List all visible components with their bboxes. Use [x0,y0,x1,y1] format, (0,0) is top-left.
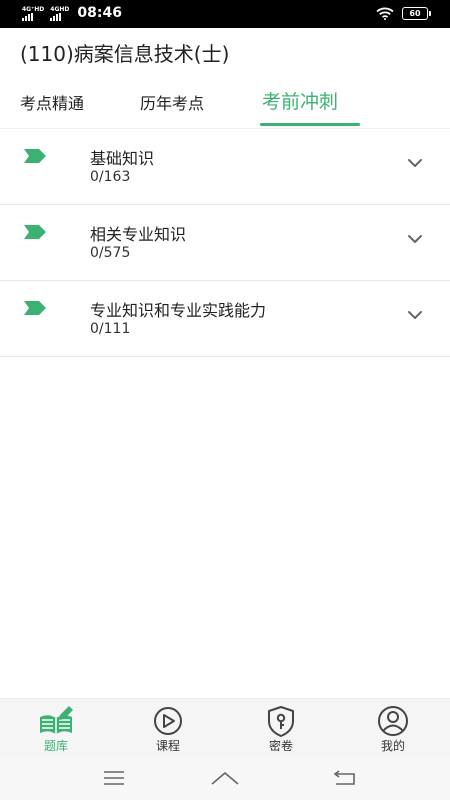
system-nav-bar [0,756,450,800]
chevron-down-icon[interactable] [406,157,424,169]
wifi-icon [376,7,394,20]
signal-label: 4G⁺HD [22,5,45,13]
nav-courses[interactable]: 课程 [138,705,198,754]
list-item[interactable]: 相关专业知识 0/575 [0,205,450,281]
list-item[interactable]: 专业知识和专业实践能力 0/111 [0,281,450,357]
tab-bar: 考点精通 历年考点 考前冲刺 [0,86,450,128]
signal-icon: 4G⁺HD [22,6,44,21]
book-pen-icon [40,706,73,734]
nav-label: 课程 [155,739,180,753]
item-name: 相关专业知识 [90,225,187,244]
list-item[interactable]: 基础知识 0/163 [0,129,450,205]
chevron-down-icon[interactable] [406,233,424,245]
item-progress: 0/163 [90,169,131,185]
nav-secret-papers[interactable]: 密卷 [251,705,311,754]
nav-question-bank[interactable]: 题库 [26,705,86,754]
status-bar: 4G⁺HD 4GHD 08:46 60 [0,0,450,28]
green-flag-icon [24,301,46,315]
lock-shield-icon [268,706,294,737]
active-tab-indicator [260,123,360,126]
home-icon[interactable] [210,770,240,786]
chapter-list: 基础知识 0/163 相关专业知识 0/575 专业知识和专业实践能力 0/11… [0,128,450,357]
back-icon[interactable] [332,770,356,786]
item-progress: 0/111 [90,321,131,337]
item-name: 基础知识 [90,149,155,168]
tab-past-exams[interactable]: 历年考点 [140,90,204,114]
battery-level: 60 [409,9,421,18]
nav-label: 我的 [380,739,405,753]
battery-icon: 60 [402,7,431,20]
clock: 08:46 [77,5,122,21]
status-right: 60 [376,7,431,20]
play-circle-icon [154,707,182,735]
green-flag-icon [24,225,46,239]
item-name: 专业知识和专业实践能力 [90,301,267,320]
signal-label-2: 4GHD [50,5,70,13]
item-progress: 0/575 [90,245,131,261]
nav-label: 题库 [43,739,68,753]
bottom-nav: 题库 课程 密卷 我的 [0,698,450,756]
tab-key-points[interactable]: 考点精通 [20,90,84,114]
tab-final-sprint[interactable]: 考前冲刺 [262,87,338,114]
signal-icon-2: 4GHD [50,6,69,21]
nav-profile[interactable]: 我的 [363,705,423,754]
status-left: 4G⁺HD 4GHD 08:46 [22,5,122,21]
nav-label: 密卷 [268,739,293,753]
page-title: (110)病案信息技术(士) [20,42,230,66]
green-flag-icon [24,149,46,163]
chevron-down-icon[interactable] [406,309,424,321]
user-circle-icon [378,706,408,736]
menu-icon[interactable] [103,770,125,786]
